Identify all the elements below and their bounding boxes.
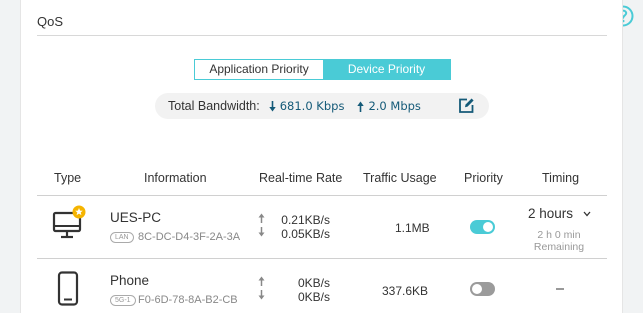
device-name: Phone — [110, 273, 150, 288]
edit-icon[interactable] — [458, 97, 475, 114]
priority-tabs: Application Priority Device Priority — [194, 59, 451, 80]
toggle-knob — [472, 284, 482, 294]
timing-empty-dash — [556, 288, 564, 290]
column-header-realtime-rate: Real-time Rate — [259, 171, 343, 185]
timing-value: 2 hours — [528, 206, 574, 221]
upload-rate: 0.21KB/s — [281, 213, 330, 227]
column-header-traffic-usage: Traffic Usage — [363, 171, 437, 185]
toggle-knob — [483, 222, 493, 232]
connection-badge: 5G-1 — [110, 295, 136, 306]
device-name: UES-PC — [110, 210, 162, 225]
arrow-down-icon — [258, 290, 265, 300]
arrow-up-icon — [258, 276, 265, 286]
divider — [37, 195, 607, 196]
tab-device-priority[interactable]: Device Priority — [323, 60, 450, 79]
upload-bandwidth: 2.0 Mbps — [368, 99, 421, 113]
divider — [37, 35, 607, 36]
timing-remaining-label: Remaining — [533, 241, 585, 253]
column-header-priority: Priority — [464, 171, 503, 185]
timing-remaining-time: 2 h 0 min — [537, 229, 581, 241]
connection-badge: LAN — [110, 232, 134, 243]
download-bandwidth: 681.0 Kbps — [279, 99, 345, 113]
divider — [37, 258, 607, 259]
arrow-down-icon — [258, 227, 265, 237]
upload-rate: 0KB/s — [297, 276, 330, 290]
column-header-type: Type — [54, 171, 82, 185]
download-rate: 0.05KB/s — [281, 227, 330, 241]
section-title: QoS — [37, 14, 64, 29]
priority-toggle[interactable] — [470, 282, 495, 296]
traffic-usage: 1.1MB — [395, 221, 430, 235]
desktop-pc-icon — [52, 205, 86, 239]
qos-card: QoS Application Priority Device Priority… — [20, 0, 623, 313]
arrow-up-icon — [258, 213, 265, 223]
priority-toggle[interactable] — [470, 220, 495, 234]
traffic-usage: 337.6KB — [382, 284, 429, 298]
bandwidth-bar: Total Bandwidth: 681.0 Kbps 2.0 Mbps — [155, 93, 489, 119]
chevron-down-icon — [583, 212, 591, 217]
mac-address: 8C-DC-D4-3F-2A-3A — [138, 231, 241, 243]
tab-application-priority[interactable]: Application Priority — [195, 60, 323, 79]
download-rate: 0KB/s — [297, 290, 330, 304]
bandwidth-label: Total Bandwidth: — [168, 99, 260, 113]
timing-select[interactable]: 2 hours — [528, 206, 591, 221]
phone-icon — [57, 271, 79, 306]
column-header-timing: Timing — [542, 171, 580, 185]
arrow-up-icon — [357, 101, 365, 112]
column-header-information: Information — [144, 171, 207, 185]
arrow-down-icon — [269, 100, 276, 111]
mac-address: F0-6D-78-8A-B2-CB — [138, 294, 238, 306]
